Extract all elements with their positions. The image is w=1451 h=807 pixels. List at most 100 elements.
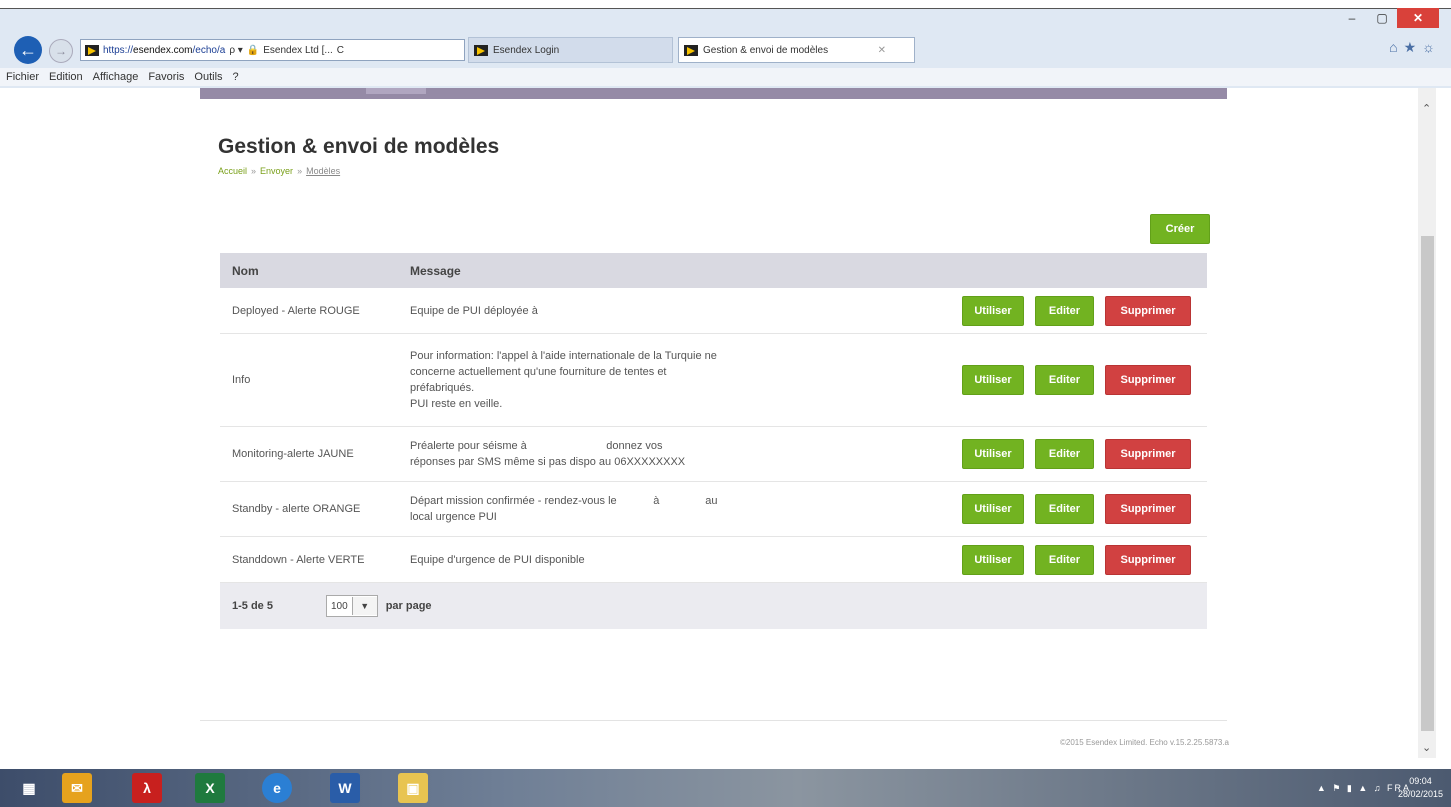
edit-button[interactable]: Editer <box>1035 295 1094 326</box>
search-icon[interactable]: ρ ▾ <box>229 45 243 56</box>
esendex-favicon-icon <box>474 44 488 56</box>
pagination-range: 1-5 de 5 <box>232 600 273 612</box>
use-button[interactable]: Utiliser <box>962 494 1024 524</box>
template-name: Standdown - Alerte VERTE <box>232 553 365 566</box>
template-name: Deployed - Alerte ROUGE <box>232 304 360 317</box>
create-button[interactable]: Créer <box>1150 214 1210 244</box>
close-window-button[interactable]: ✕ <box>1397 8 1439 28</box>
refresh-icon[interactable]: C <box>337 45 344 56</box>
clock-time: 09:04 <box>1409 776 1432 786</box>
use-button[interactable]: Utiliser <box>962 295 1024 326</box>
delete-button[interactable]: Supprimer <box>1105 365 1191 395</box>
edit-button[interactable]: Editer <box>1035 494 1094 524</box>
column-header-name: Nom <box>232 263 259 278</box>
row-actions: Utiliser Editer Supprimer <box>850 494 1207 524</box>
scrollbar-thumb[interactable] <box>1421 236 1434 731</box>
file-explorer-icon[interactable]: ▣ <box>398 773 428 803</box>
template-message: Equipe d'urgence de PUI disponible <box>410 552 850 568</box>
table-row: Monitoring-alerte JAUNE Préalerte pour sé… <box>220 427 1207 482</box>
template-name: Monitoring-alerte JAUNE <box>232 448 354 460</box>
per-page-select[interactable]: 100 ▼ <box>326 595 378 617</box>
message-line: local urgence PUI <box>410 511 497 523</box>
row-actions: Utiliser Editer Supprimer <box>850 439 1207 469</box>
table-row: Standdown - Alerte VERTE Equipe d'urgence… <box>220 537 1207 583</box>
scroll-up-icon[interactable]: ⌃ <box>1422 102 1431 115</box>
table-body: Deployed - Alerte ROUGE Equipe de PUI dép… <box>220 288 1207 583</box>
copyright-text: ©2015 Esendex Limited. Echo v.15.2.25.58… <box>1060 738 1229 747</box>
menu-favoris[interactable]: Favoris <box>148 71 184 83</box>
tab-esendex-login[interactable]: Esendex Login <box>468 37 673 63</box>
menu-help[interactable]: ? <box>233 71 239 83</box>
menu-affichage[interactable]: Affichage <box>93 71 139 83</box>
browser-chrome: – ▢ ✕ ← → https://esendex.com/echo/a ρ ▾… <box>0 0 1451 88</box>
delete-button[interactable]: Supprimer <box>1105 439 1191 469</box>
close-tab-icon[interactable]: ✕ <box>878 45 886 56</box>
table-row: Standby - alerte ORANGE Départ mission co… <box>220 482 1207 537</box>
clock[interactable]: 09:04 28/02/2015 <box>1398 775 1443 801</box>
internet-explorer-icon[interactable]: e <box>262 773 292 803</box>
breadcrumb-home[interactable]: Accueil <box>218 166 247 176</box>
template-name: Standby - alerte ORANGE <box>232 503 361 515</box>
forward-button[interactable]: → <box>49 39 73 63</box>
message-line: préfabriqués. <box>410 382 475 394</box>
menu-outils[interactable]: Outils <box>194 71 222 83</box>
tab-gestion-modeles[interactable]: Gestion & envoi de modèles ✕ <box>678 37 915 63</box>
table-row: Deployed - Alerte ROUGE Equipe de PUI dép… <box>220 288 1207 334</box>
edit-button[interactable]: Editer <box>1035 439 1094 469</box>
back-button[interactable]: ← <box>14 36 42 64</box>
site-nav-bar <box>200 88 1227 99</box>
word-icon[interactable]: W <box>330 773 360 803</box>
breadcrumb-current[interactable]: Modèles <box>306 166 340 176</box>
address-bar[interactable]: https://esendex.com/echo/a ρ ▾ 🔒 Esendex… <box>80 39 465 61</box>
row-actions: Utiliser Editer Supprimer <box>850 544 1207 575</box>
row-actions: Utiliser Editer Supprimer <box>850 295 1207 326</box>
minimize-button[interactable]: – <box>1337 8 1367 28</box>
scroll-down-icon[interactable]: ⌄ <box>1422 741 1431 754</box>
breadcrumb-send[interactable]: Envoyer <box>260 166 293 176</box>
window-controls: – ▢ ✕ <box>1337 8 1439 28</box>
acrobat-icon[interactable]: λ <box>132 773 162 803</box>
system-tray[interactable]: ▲ ⚑ ▮ ▲ ♫ FRA <box>1317 783 1411 794</box>
footer-divider <box>200 720 1227 721</box>
use-button[interactable]: Utiliser <box>962 365 1024 395</box>
tab-label: Gestion & envoi de modèles <box>703 44 829 56</box>
per-page-value: 100 <box>331 600 348 612</box>
back-arrow-icon: ← <box>19 39 37 60</box>
home-favorites-settings-icons[interactable]: ⌂★☼ <box>1389 39 1441 56</box>
certificate-label[interactable]: Esendex Ltd [... <box>263 45 333 56</box>
message-line: Equipe d'urgence de PUI disponible <box>410 553 585 566</box>
windows-start-icon[interactable]: ▦ <box>14 773 44 803</box>
excel-icon[interactable]: X <box>195 773 225 803</box>
title-bar <box>0 0 1451 9</box>
restore-button[interactable]: ▢ <box>1367 8 1397 28</box>
address-url: https://esendex.com/echo/a <box>103 44 226 56</box>
template-name: Info <box>232 374 251 386</box>
breadcrumb-separator: » <box>297 166 303 176</box>
message-line: Départ mission confirmée - rendez-vous l… <box>410 495 718 507</box>
edit-button[interactable]: Editer <box>1035 365 1094 395</box>
taskbar: ▦ ✉ λ X e W ▣ ▲ ⚑ ▮ ▲ ♫ FRA 09:04 28/02/2… <box>0 769 1451 807</box>
table-footer: 1-5 de 5 100 ▼ par page <box>220 583 1207 629</box>
page-title: Gestion & envoi de modèles <box>218 135 500 158</box>
menu-fichier[interactable]: Fichier <box>6 71 39 83</box>
breadcrumb: Accueil» Envoyer» Modèles <box>218 166 340 176</box>
template-message: Départ mission confirmée - rendez-vous l… <box>410 493 850 525</box>
esendex-favicon-icon <box>684 44 698 56</box>
table-header: Nom Message <box>220 253 1207 288</box>
edit-button[interactable]: Editer <box>1035 544 1094 575</box>
use-button[interactable]: Utiliser <box>962 439 1024 469</box>
chevron-down-icon: ▼ <box>351 597 377 615</box>
site-favicon-icon <box>85 44 99 56</box>
outlook-icon[interactable]: ✉ <box>62 773 92 803</box>
tab-label: Esendex Login <box>493 44 560 56</box>
active-nav-indicator <box>366 88 426 94</box>
delete-button[interactable]: Supprimer <box>1105 494 1191 524</box>
menu-bar: Fichier Edition Affichage Favoris Outils… <box>0 68 1451 86</box>
use-button[interactable]: Utiliser <box>962 544 1024 575</box>
template-message: Pour information: l'appel à l'aide inter… <box>410 348 850 412</box>
menu-edition[interactable]: Edition <box>49 71 83 83</box>
vertical-scrollbar[interactable]: ⌃ ⌄ <box>1418 88 1436 758</box>
delete-button[interactable]: Supprimer <box>1105 544 1191 575</box>
delete-button[interactable]: Supprimer <box>1105 295 1191 326</box>
message-line: Equipe de PUI déployée à <box>410 304 538 317</box>
